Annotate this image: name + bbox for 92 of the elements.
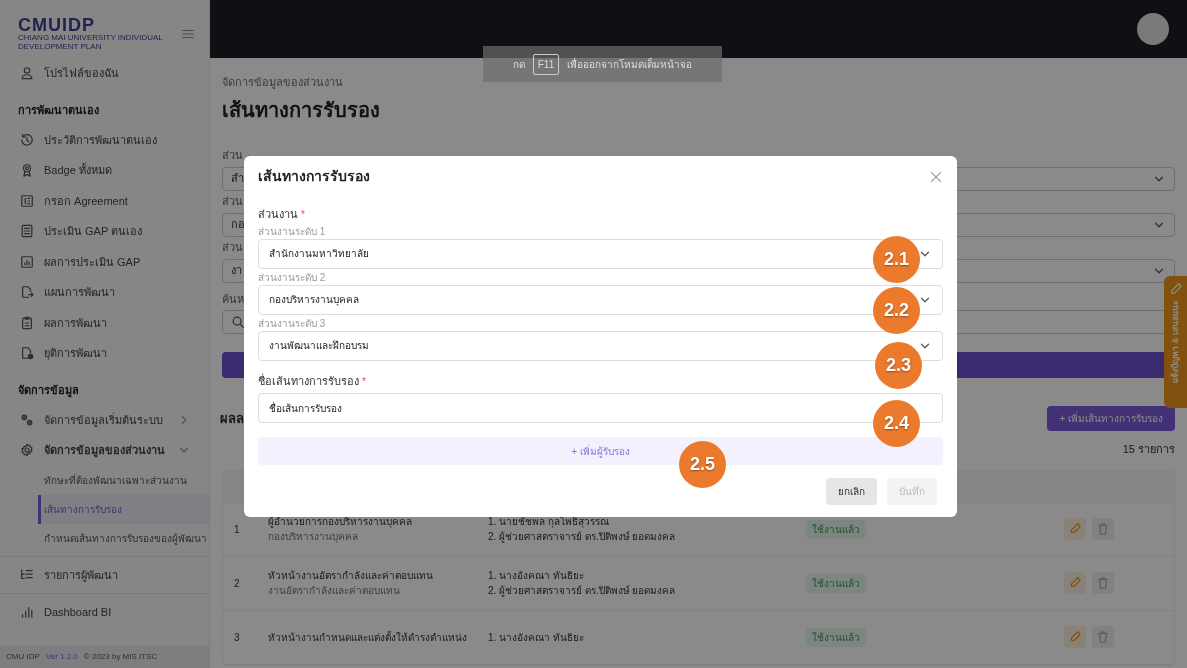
close-icon [929,169,943,184]
sidebar-item[interactable]: ประเมิน GAP ตนเอง [0,216,209,247]
sidebar-item[interactable]: Badge ทั้งหมด [0,155,209,186]
approver-name: 1. นางอังคณา ทันธิยะ [488,630,585,645]
hint-text: เพื่อออกจากโหมดเต็มหน้าจอ [567,56,693,72]
row-number: 3 [233,630,241,645]
menu-icon[interactable] [181,27,195,41]
logo-subtitle: CHIANG MAI UNIVERSITY INDIVIDUAL DEVELOPMENT PLAN [18,34,164,52]
document-icon [20,193,34,208]
trash-icon [1095,630,1110,644]
edit-icon [1068,576,1082,590]
status-badge: ใช้งานแล้ว [806,627,866,647]
field-label: ชื่อเส้นทางการรับรอง [258,372,359,389]
delete-button[interactable] [1091,572,1114,594]
sidebar-item[interactable]: จัดการข้อมูลของส่วนงาน [0,435,209,466]
key-label: F11 [532,53,560,75]
result-count: 15 รายการ [1122,442,1175,457]
required-mark: * [361,373,367,389]
edit-button[interactable] [1064,626,1086,648]
pencil-icon [1168,282,1183,296]
modal-title: เส้นทางการรับรอง [258,166,370,186]
tree-list-icon [20,567,34,582]
required-mark: * [300,207,306,222]
history-icon [20,132,34,147]
sidebar-subitem[interactable]: เส้นทางการรับรอง [38,494,209,524]
gears-icon [20,412,34,427]
filter-label: ส่วน [222,148,243,163]
delete-button[interactable] [1091,518,1114,540]
version-link[interactable]: Ver 1.2.0 [45,651,78,663]
section-label: ส่วนงาน [258,207,298,222]
add-route-button[interactable]: + เพิ่มเส้นทางการรับรอง [1047,406,1175,431]
search-label: ค้นห [222,291,244,307]
sidebar-item[interactable]: จัดการข้อมูลเริ่มต้นระบบ [0,404,209,435]
sidebar-item[interactable]: ประวัติการพัฒนาตนเอง [0,124,209,155]
route-name: หัวหน้างานกำหนดและแต่งตั้งให้ดำรงตำแหน่ง [268,629,468,645]
edit-icon [1068,630,1082,644]
select-label: ส่วนงานระดับ 1 [258,224,326,239]
results-heading: ผลล [220,409,244,428]
page-title: เส้นทางการรับรอง [222,97,381,123]
filter-label: ส่วน [222,194,243,209]
route-name: หัวหน้างานอัตรากำลังและค่าตอบแทน [268,569,434,583]
filter-label: ส่วน [222,240,243,255]
file-arrow-icon [20,285,34,300]
status-badge: ใช้งานแล้ว [806,519,866,539]
approver-name: 2. ผู้ช่วยศาสตราจารย์ ดร.ปิติพงษ์ ยอดมงคล [488,530,677,544]
sidebar-section-title: การพัฒนาตนเอง [17,103,100,118]
sidebar-item[interactable]: Dashboard BI [0,597,209,628]
checklist-icon [20,224,34,239]
sidebar-subitem[interactable]: ทักษะที่ต้องพัฒนาเฉพาะส่วนงาน [0,465,209,495]
select-label: ส่วนงานระดับ 2 [258,270,326,285]
sidebar-item[interactable]: ยุติการพัฒนา [0,338,209,369]
sidebar-item[interactable]: กรอก Agreement [0,185,209,216]
approver-name: 1. นายชัชพล กุลโพธิสุวรรณ [488,515,610,529]
row-number: 1 [233,522,241,537]
search-icon [231,315,245,329]
edit-icon [1068,522,1082,536]
sidebar-section-title: จัดการข้อมูล [17,383,80,400]
hint-text: กด [512,57,525,72]
avatar[interactable] [1137,13,1169,45]
app-name: CMU IDP [6,651,40,663]
sidebar-item[interactable]: ผลการพัฒนา [0,307,209,338]
clipboard-icon [20,315,34,330]
route-name: ผู้อำนวยการกองบริหารงานบุคคล [268,515,413,529]
unit-name: งานอัตรากำลังและค่าตอบแทน [268,584,401,598]
edit-button[interactable] [1064,518,1086,540]
copyright-text: © 2023 by MIS ITSC [83,651,158,663]
breadcrumb-text: จัดการข้อมูลของส่วนงาน [222,75,344,91]
annotation-marker: 2.3 [875,342,922,389]
file-stop-icon [20,346,34,361]
sidebar-item[interactable]: รายการผู้พัฒนา [0,559,209,590]
delete-button[interactable] [1091,626,1114,648]
bar-chart-icon [20,605,34,620]
edit-button[interactable] [1064,572,1086,594]
cancel-button[interactable]: ยกเลิก [826,478,877,505]
trash-icon [1095,576,1110,590]
select-label: ส่วนงานระดับ 3 [258,316,326,331]
chart-icon [20,254,34,269]
sidebar-item[interactable]: ผลการประเมิน GAP [0,246,209,277]
settings-icon [20,443,34,458]
annotation-marker: 2.2 [873,287,920,334]
logo-text: CMUIDP [18,16,95,35]
sidebar-item[interactable]: โปรไฟล์ของฉัน [0,58,209,89]
trash-icon [1095,522,1110,536]
approver-name: 2. ผู้ช่วยศาสตราจารย์ ดร.ปิติพงษ์ ยอดมงคล [488,584,677,598]
status-badge: ใช้งานแล้ว [806,573,866,593]
approver-name: 1. นางอังคณา ทันธิยะ [488,569,585,583]
annotation-marker: 2.1 [873,236,920,283]
medal-icon [20,163,34,178]
unit-name: กองบริหารงานบุคคล [268,530,359,544]
row-number: 2 [233,576,241,591]
sidebar-item[interactable]: แผนการพัฒนา [0,277,209,308]
user-icon [20,66,34,81]
